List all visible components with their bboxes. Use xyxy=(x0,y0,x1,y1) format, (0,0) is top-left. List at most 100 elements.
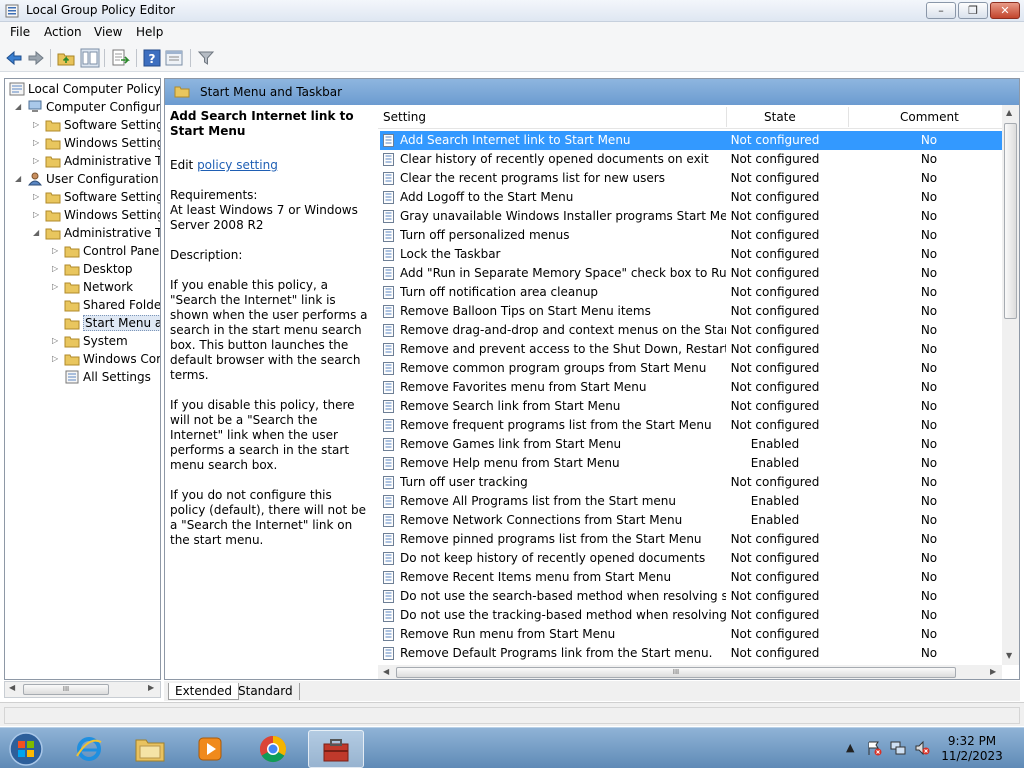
minimize-button[interactable]: – xyxy=(926,2,956,19)
export-list-icon[interactable] xyxy=(110,48,130,68)
collapse-arrow-icon[interactable]: ◢ xyxy=(33,224,45,242)
table-row[interactable]: Do not use the search-based method when … xyxy=(380,587,1002,606)
tree-node-user-administrative-templates[interactable]: ◢ Administrative Te xyxy=(33,224,160,242)
tab-standard[interactable]: Standard xyxy=(232,683,300,700)
tree-node-system[interactable]: ▷ System xyxy=(52,332,128,350)
tree-node-computer-configuration[interactable]: ◢ Computer Configura xyxy=(15,98,160,116)
table-row[interactable]: Remove Favorites menu from Start Menu Not… xyxy=(380,378,1002,397)
taskbar-ie-button[interactable] xyxy=(62,730,118,768)
tree-node-local-computer-policy[interactable]: Local Computer Policy xyxy=(9,80,160,98)
column-header-comment[interactable]: Comment xyxy=(900,110,959,124)
table-row[interactable]: Add Logoff to the Start Menu Not configur… xyxy=(380,188,1002,207)
tree-node-software-settings[interactable]: ▷ Software Settings xyxy=(33,116,160,134)
expand-arrow-icon[interactable]: ▷ xyxy=(52,350,64,368)
table-row[interactable]: Do not use the tracking-based method whe… xyxy=(380,606,1002,625)
expand-arrow-icon[interactable]: ▷ xyxy=(52,278,64,296)
expand-arrow-icon[interactable]: ▷ xyxy=(33,152,45,170)
expand-arrow-icon[interactable]: ▷ xyxy=(52,332,64,350)
tree-node-windows-settings[interactable]: ▷ Windows Setting: xyxy=(33,134,160,152)
table-row[interactable]: Remove drag-and-drop and context menus o… xyxy=(380,321,1002,340)
system-clock[interactable]: 9:32 PM 11/2/2023 xyxy=(932,734,1012,764)
tree-node-user-configuration[interactable]: ◢ User Configuration xyxy=(15,170,159,188)
scroll-left-icon[interactable]: ◀ xyxy=(9,683,15,692)
table-row[interactable]: Add "Run in Separate Memory Space" check… xyxy=(380,264,1002,283)
tree-node-control-panel[interactable]: ▷ Control Panel xyxy=(52,242,160,260)
table-row[interactable]: Remove and prevent access to the Shut Do… xyxy=(380,340,1002,359)
column-header-state[interactable]: State xyxy=(764,110,796,124)
expand-arrow-icon[interactable]: ▷ xyxy=(33,188,45,206)
expand-arrow-icon[interactable]: ▷ xyxy=(33,134,45,152)
table-row[interactable]: Remove Default Programs link from the St… xyxy=(380,644,1002,663)
table-row[interactable]: Turn off notification area cleanup Not co… xyxy=(380,283,1002,302)
scroll-left-icon[interactable]: ◀ xyxy=(383,667,389,676)
tree-node-all-settings[interactable]: All Settings xyxy=(52,368,151,386)
maximize-button[interactable]: ❐ xyxy=(958,2,988,19)
table-row[interactable]: Turn off personalized menus Not configure… xyxy=(380,226,1002,245)
column-header-setting[interactable]: Setting xyxy=(383,110,426,124)
table-row[interactable]: Lock the Taskbar Not configured No xyxy=(380,245,1002,264)
taskbar-media-player-button[interactable] xyxy=(182,730,238,768)
expand-arrow-icon[interactable]: ▷ xyxy=(33,206,45,224)
help-icon[interactable]: ? xyxy=(142,48,162,68)
table-row[interactable]: Remove pinned programs list from the Sta… xyxy=(380,530,1002,549)
up-folder-icon[interactable] xyxy=(56,48,76,68)
scroll-up-icon[interactable]: ▲ xyxy=(1006,108,1012,117)
expand-arrow-icon[interactable]: ▷ xyxy=(33,116,45,134)
network-icon[interactable] xyxy=(890,740,906,756)
menu-view[interactable]: View xyxy=(92,25,124,39)
table-row[interactable]: Turn off user tracking Not configured No xyxy=(380,473,1002,492)
close-button[interactable]: ✕ xyxy=(990,2,1020,19)
expand-arrow-icon[interactable]: ▷ xyxy=(52,260,64,278)
tree-node-user-windows-settings[interactable]: ▷ Windows Setting: xyxy=(33,206,160,224)
table-row[interactable]: Clear the recent programs list for new u… xyxy=(380,169,1002,188)
volume-muted-icon[interactable] xyxy=(914,740,930,756)
tree-node-windows-components[interactable]: ▷ Windows Cor xyxy=(52,350,160,368)
forward-icon[interactable] xyxy=(26,48,46,68)
table-row[interactable]: Remove Help menu from Start Menu Enabled N… xyxy=(380,454,1002,473)
taskbar-gpedit-button[interactable] xyxy=(308,730,364,768)
table-row[interactable]: Remove Run menu from Start Menu Not confi… xyxy=(380,625,1002,644)
table-row[interactable]: Remove Network Connections from Start Me… xyxy=(380,511,1002,530)
scroll-down-icon[interactable]: ▼ xyxy=(1006,651,1012,660)
column-divider[interactable] xyxy=(848,107,849,127)
action-center-flag-icon[interactable] xyxy=(866,740,882,756)
table-row[interactable]: Do not keep history of recently opened d… xyxy=(380,549,1002,568)
table-row[interactable]: Remove frequent programs list from the S… xyxy=(380,416,1002,435)
filter-icon[interactable] xyxy=(196,48,216,68)
taskbar-explorer-button[interactable] xyxy=(122,730,178,768)
taskbar-chrome-button[interactable] xyxy=(246,730,302,768)
scroll-right-icon[interactable]: ▶ xyxy=(990,667,996,676)
menu-help[interactable]: Help xyxy=(134,25,165,39)
column-divider[interactable] xyxy=(726,107,727,127)
tab-extended[interactable]: Extended xyxy=(168,683,239,700)
table-row[interactable]: Remove Games link from Start Menu Enabled… xyxy=(380,435,1002,454)
tree-horizontal-scrollbar[interactable]: ◀ III ▶ xyxy=(4,681,161,698)
start-orb-icon[interactable] xyxy=(8,731,44,767)
collapse-arrow-icon[interactable]: ◢ xyxy=(15,98,27,116)
scroll-right-icon[interactable]: ▶ xyxy=(148,683,154,692)
scroll-thumb[interactable]: III xyxy=(23,684,109,695)
collapse-arrow-icon[interactable]: ◢ xyxy=(15,170,27,188)
edit-policy-setting-link[interactable]: policy setting xyxy=(197,158,278,172)
table-row[interactable]: Remove All Programs list from the Start … xyxy=(380,492,1002,511)
scroll-thumb[interactable]: III xyxy=(396,667,956,678)
show-hide-tree-icon[interactable] xyxy=(80,48,100,68)
menu-file[interactable]: File xyxy=(8,25,32,39)
expand-arrow-icon[interactable]: ▷ xyxy=(52,242,64,260)
properties-icon[interactable] xyxy=(164,48,184,68)
list-vertical-scrollbar[interactable]: ▲ ▼ xyxy=(1002,105,1019,665)
tree-node-user-software-settings[interactable]: ▷ Software Settings xyxy=(33,188,160,206)
back-icon[interactable] xyxy=(4,48,24,68)
table-row[interactable]: Add Search Internet link to Start Menu No… xyxy=(380,131,1002,150)
list-horizontal-scrollbar[interactable]: ◀ III ▶ xyxy=(378,665,1002,679)
show-hidden-icons-icon[interactable]: ▲ xyxy=(846,741,854,754)
scroll-thumb[interactable] xyxy=(1004,123,1017,319)
table-row[interactable]: Gray unavailable Windows Installer progr… xyxy=(380,207,1002,226)
table-row[interactable]: Clear history of recently opened documen… xyxy=(380,150,1002,169)
tree-node-start-menu-and-taskbar[interactable]: Start Menu ar xyxy=(52,314,160,332)
table-row[interactable]: Remove Balloon Tips on Start Menu items N… xyxy=(380,302,1002,321)
tree-node-desktop[interactable]: ▷ Desktop xyxy=(52,260,133,278)
tree-node-network[interactable]: ▷ Network xyxy=(52,278,133,296)
tree-node-shared-folders[interactable]: Shared Folder xyxy=(52,296,160,314)
table-row[interactable]: Remove Search link from Start Menu Not co… xyxy=(380,397,1002,416)
